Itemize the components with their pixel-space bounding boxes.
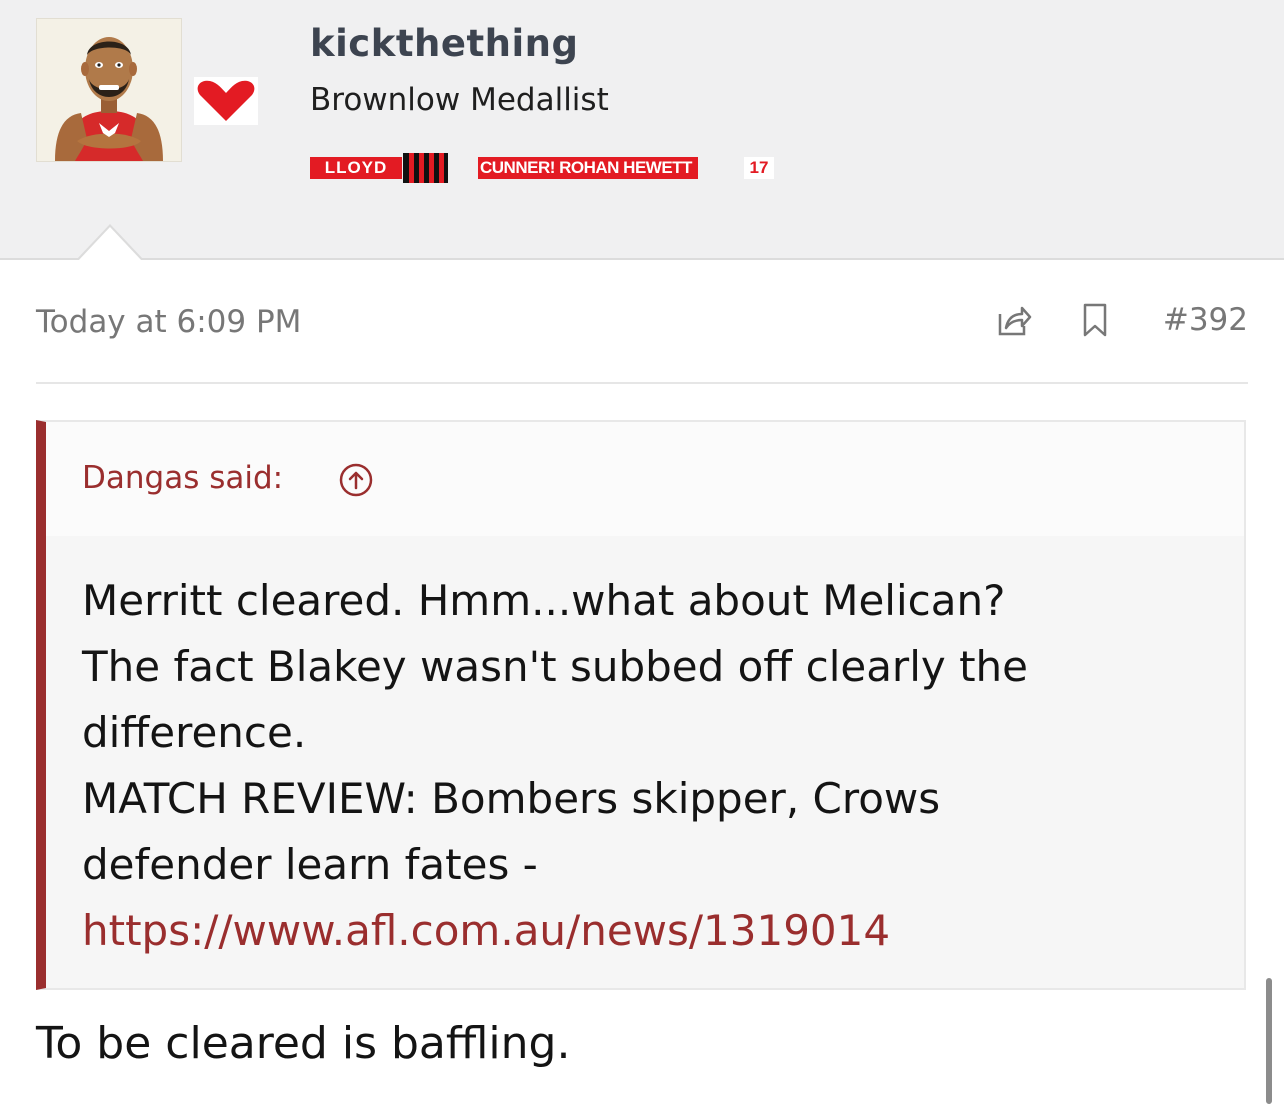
caricature-avatar-icon (37, 19, 181, 161)
quote-line: difference. (82, 708, 307, 757)
username[interactable]: kickthething (310, 22, 579, 65)
scrollbar[interactable] (1266, 978, 1272, 1104)
post-timestamp[interactable]: Today at 6:09 PM (36, 304, 301, 340)
user-header: kickthething Brownlow Medallist LLOYD CU… (0, 0, 1284, 260)
user-title: Brownlow Medallist (310, 82, 609, 118)
quote-header: Dangas said: (46, 422, 1244, 536)
user-avatar[interactable] (36, 18, 182, 162)
banner-lloyd: LLOYD (310, 157, 402, 179)
post-number[interactable]: #392 (1163, 302, 1248, 338)
share-icon[interactable] (992, 300, 1032, 340)
heart-icon (194, 77, 258, 125)
guernsey-stripes-icon (403, 153, 448, 183)
quote-body: Merritt cleared. Hmm...what about Melica… (82, 568, 1222, 964)
quote-block: Dangas said: Merritt cleared. Hmm...what… (36, 420, 1246, 990)
quote-author[interactable]: Dangas said: (82, 460, 283, 496)
bookmark-icon[interactable] (1080, 302, 1110, 338)
post-body-text: To be cleared is baffling. (36, 1018, 571, 1069)
quote-line: Merritt cleared. Hmm...what about Melica… (82, 576, 1006, 625)
quote-line: MATCH REVIEW: Bombers skipper, Crows (82, 774, 941, 823)
arrow-up-circle-icon[interactable] (338, 462, 374, 498)
banner-number: 17 (744, 157, 774, 179)
post-meta-bar: Today at 6:09 PM #392 (36, 290, 1248, 384)
quote-line: The fact Blakey wasn't subbed off clearl… (82, 642, 1029, 691)
banner-cunner: CUNNER! ROHAN HEWETT (478, 157, 698, 179)
quote-line: defender learn fates - (82, 840, 538, 889)
quote-link[interactable]: https://www.afl.com.au/news/1319014 (82, 898, 1222, 964)
